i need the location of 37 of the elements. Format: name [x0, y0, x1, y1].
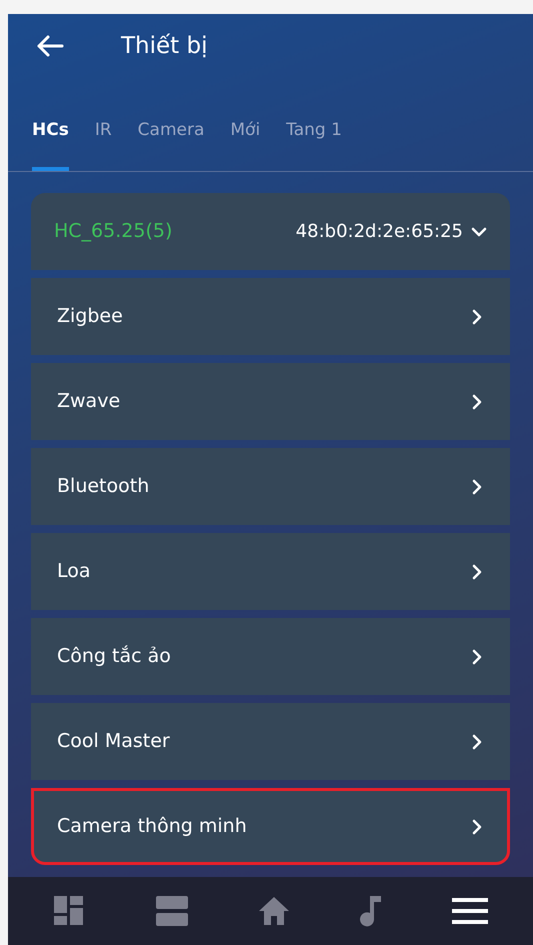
item-label: Camera thông minh: [57, 814, 247, 840]
item-label: Bluetooth: [57, 474, 150, 500]
tab[interactable]: IR: [94, 118, 112, 171]
rooms-icon[interactable]: [154, 895, 189, 927]
back-arrow-icon[interactable]: [36, 34, 64, 58]
chevron-right-icon: [470, 648, 484, 664]
tab[interactable]: HCs: [32, 118, 69, 171]
tab[interactable]: Tang 1: [286, 118, 342, 171]
item-label: Zwave: [57, 389, 120, 414]
chevron-right-icon: [470, 478, 484, 494]
list-item[interactable]: Công tắc ảo: [31, 618, 510, 695]
dashboard-icon[interactable]: [52, 895, 85, 927]
hub-address: 48:b0:2d:2e:65:25: [296, 220, 463, 244]
list-item[interactable]: Loa: [31, 533, 510, 610]
item-label: Zigbee: [57, 304, 123, 330]
chevron-down-icon[interactable]: [471, 226, 487, 238]
item-label: Loa: [57, 559, 91, 584]
item-label: Cool Master: [57, 729, 170, 754]
list-item[interactable]: Zwave: [31, 363, 510, 440]
chevron-right-icon: [470, 394, 484, 410]
page-title: Thiết bị: [121, 32, 208, 61]
home-icon[interactable]: [258, 896, 290, 926]
chevron-right-icon: [470, 308, 484, 324]
list-item[interactable]: Bluetooth: [31, 448, 510, 525]
hub-name: HC_65.25(5): [54, 219, 172, 244]
menu-icon[interactable]: [452, 897, 488, 925]
chevron-right-icon: [470, 564, 484, 580]
chevron-right-icon: [470, 818, 484, 834]
chevron-right-icon: [470, 734, 484, 750]
tab[interactable]: Camera: [138, 118, 204, 171]
item-label: Công tắc ảo: [57, 644, 171, 670]
music-note-icon[interactable]: [360, 895, 382, 927]
list-item[interactable]: Camera thông minh: [31, 788, 510, 865]
hub-card[interactable]: HC_65.25(5) 48:b0:2d:2e:65:25: [31, 193, 510, 270]
list-item[interactable]: Zigbee: [31, 278, 510, 355]
tab[interactable]: Mới: [230, 118, 260, 171]
list-item[interactable]: Cool Master: [31, 703, 510, 780]
